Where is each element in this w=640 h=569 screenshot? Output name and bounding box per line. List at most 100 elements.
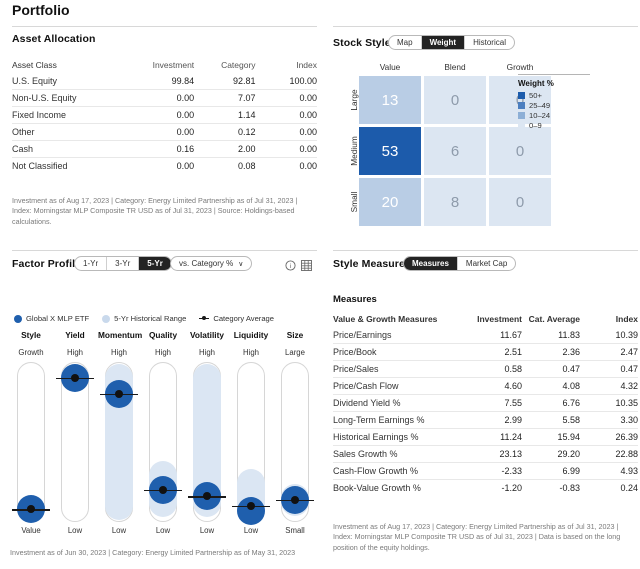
table-row: Price/Book 2.51 2.36 2.47 xyxy=(333,343,638,361)
row-label: Price/Book xyxy=(333,343,464,361)
tab-3-yr[interactable]: 3-Yr xyxy=(107,257,140,270)
style-measures-tabs[interactable]: Measures Market Cap xyxy=(403,256,517,271)
table-row: Price/Cash Flow 4.60 4.08 4.32 xyxy=(333,377,638,395)
column-header-index: Index xyxy=(615,314,638,324)
style-box-cell-medium-growth[interactable]: 0 xyxy=(489,127,551,175)
table-row: Cash 0.16 2.00 0.00 xyxy=(12,140,317,158)
compare-dropdown-label: vs. Category % xyxy=(179,259,234,268)
legend-swatch-icon xyxy=(518,122,525,129)
investment-dot-icon xyxy=(14,314,22,323)
column-header-measure: Value & Growth Measures xyxy=(333,314,438,324)
table-row: Price/Earnings 11.67 11.83 10.39 xyxy=(333,327,638,344)
factor-name-liquidity: Liquidity xyxy=(233,330,269,340)
style-box-cell-medium-value[interactable]: 53 xyxy=(359,127,421,175)
stock-style-divider xyxy=(333,26,638,27)
style-measures-footnote: Investment as of Aug 17, 2023 | Category… xyxy=(333,522,621,552)
factor-bottom-label-size: Small xyxy=(285,526,305,535)
tab-5-yr[interactable]: 5-Yr xyxy=(139,257,171,270)
legend-divider xyxy=(518,74,590,75)
style-measures-title: Style Measures xyxy=(333,258,411,270)
factor-bottom-label-yield: Low xyxy=(67,526,83,535)
legend-item-label: 10–24 xyxy=(529,111,551,120)
cell-index: 0.00 xyxy=(255,123,317,141)
table-row: Price/Sales 0.58 0.47 0.47 xyxy=(333,360,638,378)
column-header-investment: Investment xyxy=(477,314,522,324)
cell-index: 10.39 xyxy=(615,330,638,340)
table-view-icon[interactable] xyxy=(301,258,312,276)
factor-investment-bubble-liquidity[interactable] xyxy=(237,496,265,525)
tab-market-cap[interactable]: Market Cap xyxy=(458,257,515,270)
factor-top-label-style: Growth xyxy=(18,348,44,357)
tab-historical[interactable]: Historical xyxy=(465,36,514,49)
cell-index: 26.39 xyxy=(580,428,638,446)
legend-item-label: 0–9 xyxy=(529,121,542,130)
table-row: Dividend Yield % 7.55 6.76 10.35 xyxy=(333,394,638,412)
stock-style-title: Stock Style xyxy=(333,37,391,49)
cell-index: 0.00 xyxy=(255,140,317,158)
cell-index: 4.32 xyxy=(580,377,638,395)
factor-column-momentum: Momentum High Low xyxy=(98,330,142,542)
cell-investment: 23.13 xyxy=(464,445,522,463)
factor-top-label-yield: High xyxy=(66,348,84,357)
style-box-col-header-growth: Growth xyxy=(506,62,534,72)
row-label: Sales Growth % xyxy=(333,445,464,463)
cell-cat-average: 6.99 xyxy=(522,462,580,480)
stock-style-legend: Weight % 50+ 25–49 10–24 0–9 xyxy=(518,74,596,131)
style-box-cell-small-growth[interactable]: 0 xyxy=(489,178,551,226)
style-box-cell-medium-blend[interactable]: 6 xyxy=(424,127,486,175)
row-label: Non-U.S. Equity xyxy=(12,89,133,107)
factor-category-average-dot-quality xyxy=(159,486,167,494)
style-measures-divider xyxy=(333,250,638,251)
column-header-index: Index xyxy=(296,60,317,70)
tab-measures[interactable]: Measures xyxy=(404,257,458,270)
factor-category-average-dot-size xyxy=(291,495,299,504)
portfolio-page: Portfolio Asset Allocation Asset Class I… xyxy=(0,0,640,569)
style-box-cell-small-value[interactable]: 20 xyxy=(359,178,421,226)
cell-investment: 2.51 xyxy=(464,343,522,361)
factor-column-quality: Quality High Low xyxy=(142,330,184,542)
style-box-cell-small-blend[interactable]: 8 xyxy=(424,178,486,226)
cell-cat-average: 15.94 xyxy=(522,428,580,446)
cell-index: 0.00 xyxy=(255,89,317,107)
factor-profile-compare-dropdown[interactable]: vs. Category % ∨ xyxy=(170,256,253,271)
factor-top-label-size: Large xyxy=(285,348,305,357)
cell-category: 1.14 xyxy=(194,106,256,124)
legend-title: Weight % xyxy=(518,79,554,88)
style-box-cell-large-value[interactable]: 13 xyxy=(359,76,421,124)
table-row: Fixed Income 0.00 1.14 0.00 xyxy=(12,106,317,124)
info-circle-icon[interactable]: i xyxy=(285,258,296,276)
factor-profile-legend: Global X MLP ETF 5-Yr Historical Range Cat… xyxy=(14,314,314,323)
factor-name-yield: Yield xyxy=(65,330,85,340)
factor-category-average-dot-momentum xyxy=(115,390,123,398)
cell-cat-average: -0.83 xyxy=(522,479,580,496)
factor-top-label-liquidity: High xyxy=(242,348,260,357)
cell-index: 3.30 xyxy=(580,411,638,429)
cell-cat-average: 2.36 xyxy=(522,343,580,361)
table-header-row: Value & Growth Measures Investment Cat. … xyxy=(333,312,638,327)
stock-style-tabs[interactable]: Map Weight Historical xyxy=(388,35,515,50)
row-label: U.S. Equity xyxy=(12,76,58,86)
tab-map[interactable]: Map xyxy=(389,36,422,49)
cell-category: 2.00 xyxy=(194,140,256,158)
tab-weight[interactable]: Weight xyxy=(421,36,466,49)
factor-column-volatility: Volatility High Low xyxy=(186,330,228,542)
cell-cat-average: 6.76 xyxy=(522,394,580,412)
tab-1-yr[interactable]: 1-Yr xyxy=(75,257,108,270)
asset-allocation-footnote: Investment as of Aug 17, 2023 | Category… xyxy=(12,196,298,226)
category-average-marker-icon xyxy=(199,315,210,322)
style-box-cell-large-blend[interactable]: 0 xyxy=(424,76,486,124)
table-row: Historical Earnings % 11.24 15.94 26.39 xyxy=(333,428,638,446)
legend-swatch-icon xyxy=(518,92,525,99)
row-label: Cash-Flow Growth % xyxy=(333,462,464,480)
legend-item: Category Average xyxy=(199,314,274,323)
cell-investment: 0.58 xyxy=(464,360,522,378)
factor-profile-range-tabs[interactable]: 1-Yr 3-Yr 5-Yr xyxy=(74,256,172,271)
cell-index: 2.47 xyxy=(580,343,638,361)
legend-item: 0–9 xyxy=(518,121,596,130)
asset-allocation-title: Asset Allocation xyxy=(12,33,96,45)
cell-investment: 0.00 xyxy=(132,123,195,141)
cell-cat-average: 4.08 xyxy=(522,377,580,395)
factor-column-yield: Yield High Low xyxy=(54,330,96,542)
legend-item: 25–49 xyxy=(518,101,596,110)
style-measures-subtitle: Measures xyxy=(333,294,377,305)
